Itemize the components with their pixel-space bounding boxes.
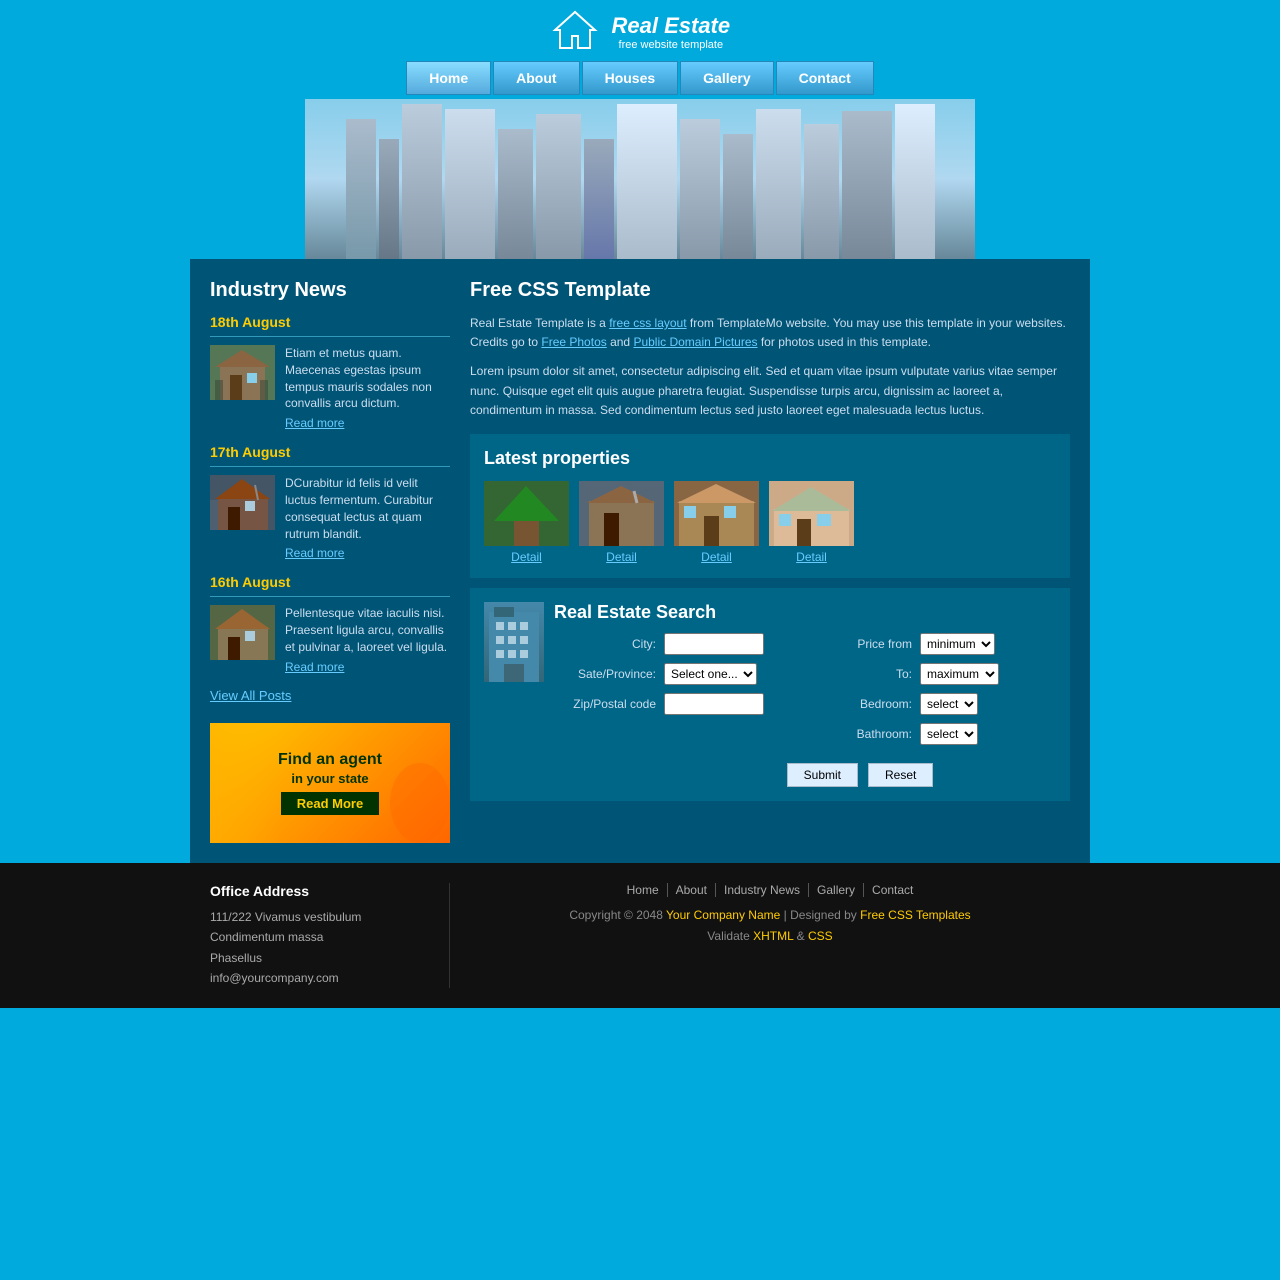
state-label: Sate/Province:	[554, 667, 664, 681]
prop-item-4: Detail	[769, 481, 854, 564]
industry-news-title: Industry News	[210, 279, 450, 302]
prop-detail-4[interactable]: Detail	[769, 550, 854, 564]
city-input[interactable]	[664, 633, 764, 655]
footer-nav-contact[interactable]: Contact	[864, 883, 921, 897]
copyright: Copyright © 2048 Your Company Name | Des…	[470, 905, 1070, 948]
agent-read-more[interactable]: Read More	[281, 792, 379, 815]
state-select[interactable]: Select one... Alabama Alaska California …	[664, 663, 757, 685]
news-thumb-3	[210, 605, 275, 660]
footer-nav-about[interactable]: About	[668, 883, 716, 897]
news-thumb-2	[210, 475, 275, 530]
news-item-2: 17th August	[210, 444, 450, 560]
footer-nav-news[interactable]: Industry News	[716, 883, 809, 897]
footer-nav-home[interactable]: Home	[619, 883, 668, 897]
footer-address-content: 111/222 Vivamus vestibulum Condimentum m…	[210, 907, 429, 989]
search-form: Real Estate Search City: Sate/Province:	[554, 602, 1056, 787]
bedroom-label: Bedroom:	[810, 697, 920, 711]
designer-link[interactable]: Free CSS Templates	[860, 908, 971, 922]
read-more-2[interactable]: Read more	[285, 546, 450, 560]
prop-thumb-1	[484, 481, 569, 546]
news-date-3: 16th August	[210, 574, 450, 590]
prop-item-1: Detail	[484, 481, 569, 564]
public-domain-link[interactable]: Public Domain Pictures	[633, 335, 757, 349]
prop-detail-2[interactable]: Detail	[579, 550, 664, 564]
props-grid: Detail	[484, 481, 1056, 564]
bedroom-select[interactable]: select 1 2 3 4	[920, 693, 978, 715]
nav-home[interactable]: Home	[406, 61, 491, 95]
agent-title: Find an agent	[278, 750, 382, 771]
css-para-2: Lorem ipsum dolor sit amet, consectetur …	[470, 362, 1070, 420]
footer-address-title: Office Address	[210, 883, 429, 899]
footer-nav: Home About Industry News Gallery Contact	[470, 883, 1070, 897]
prop-detail-1[interactable]: Detail	[484, 550, 569, 564]
news-date-1: 18th August	[210, 314, 450, 330]
free-css-link[interactable]: free css layout	[609, 316, 686, 330]
css-link[interactable]: CSS	[808, 929, 833, 943]
zip-input[interactable]	[664, 693, 764, 715]
news-text-2: DCurabitur id felis id velit luctus ferm…	[285, 475, 450, 542]
latest-props-title: Latest properties	[484, 448, 1056, 469]
prop-detail-3[interactable]: Detail	[674, 550, 759, 564]
nav-about[interactable]: About	[493, 61, 579, 95]
xhtml-link[interactable]: XHTML	[753, 929, 793, 943]
agent-banner: Find an agent in your state Read More	[210, 723, 450, 843]
agent-subtitle: in your state	[291, 771, 368, 786]
bathroom-label: Bathroom:	[810, 727, 920, 741]
price-from-select[interactable]: minimum 50000 100000 200000	[920, 633, 995, 655]
latest-properties: Latest properties Detail	[470, 434, 1070, 578]
search-submit[interactable]: Submit	[787, 763, 858, 787]
nav-gallery[interactable]: Gallery	[680, 61, 773, 95]
news-text-1: Etiam et metus quam. Maecenas egestas ip…	[285, 345, 450, 412]
footer-nav-gallery[interactable]: Gallery	[809, 883, 864, 897]
nav-contact[interactable]: Contact	[776, 61, 874, 95]
price-to-select[interactable]: maximum 100000 200000 500000	[920, 663, 999, 685]
prop-thumb-4	[769, 481, 854, 546]
news-item-3: 16th August	[210, 574, 450, 673]
price-from-label: Price from	[810, 637, 920, 651]
city-label: City:	[554, 637, 664, 651]
prop-item-3: Detail	[674, 481, 759, 564]
search-reset[interactable]: Reset	[868, 763, 933, 787]
bathroom-select[interactable]: select 1 2 3	[920, 723, 978, 745]
prop-thumb-3	[674, 481, 759, 546]
hero-banner	[305, 99, 975, 259]
news-thumb-1	[210, 345, 275, 400]
logo: Real Estate free website template	[550, 10, 730, 53]
logo-text: Real Estate free website template	[612, 13, 731, 51]
price-to-label: To:	[810, 667, 920, 681]
zip-label: Zip/Postal code	[554, 697, 664, 711]
css-template-title: Free CSS Template	[470, 279, 1070, 302]
css-para-1: Real Estate Template is a free css layou…	[470, 314, 1070, 352]
read-more-1[interactable]: Read more	[285, 416, 450, 430]
search-building-icon	[484, 602, 544, 682]
main-nav: Home About Houses Gallery Contact	[190, 61, 1090, 95]
left-column: Industry News 18th August	[210, 279, 450, 843]
news-date-2: 17th August	[210, 444, 450, 460]
prop-thumb-2	[579, 481, 664, 546]
news-text-3: Pellentesque vitae iaculis nisi. Praesen…	[285, 605, 450, 655]
nav-houses[interactable]: Houses	[582, 61, 679, 95]
right-column: Free CSS Template Real Estate Template i…	[470, 279, 1070, 843]
free-photos-link[interactable]: Free Photos	[541, 335, 606, 349]
view-all-posts[interactable]: View All Posts	[210, 688, 450, 703]
prop-item-2: Detail	[579, 481, 664, 564]
footer-address: Office Address 111/222 Vivamus vestibulu…	[210, 883, 450, 989]
footer-right: Home About Industry News Gallery Contact…	[450, 883, 1070, 989]
search-section: Real Estate Search City: Sate/Province:	[470, 588, 1070, 801]
search-title: Real Estate Search	[554, 602, 1056, 623]
news-item-1: 18th August	[210, 314, 450, 430]
company-link[interactable]: Your Company Name	[666, 908, 780, 922]
logo-icon	[550, 10, 600, 53]
read-more-3[interactable]: Read more	[285, 660, 450, 674]
